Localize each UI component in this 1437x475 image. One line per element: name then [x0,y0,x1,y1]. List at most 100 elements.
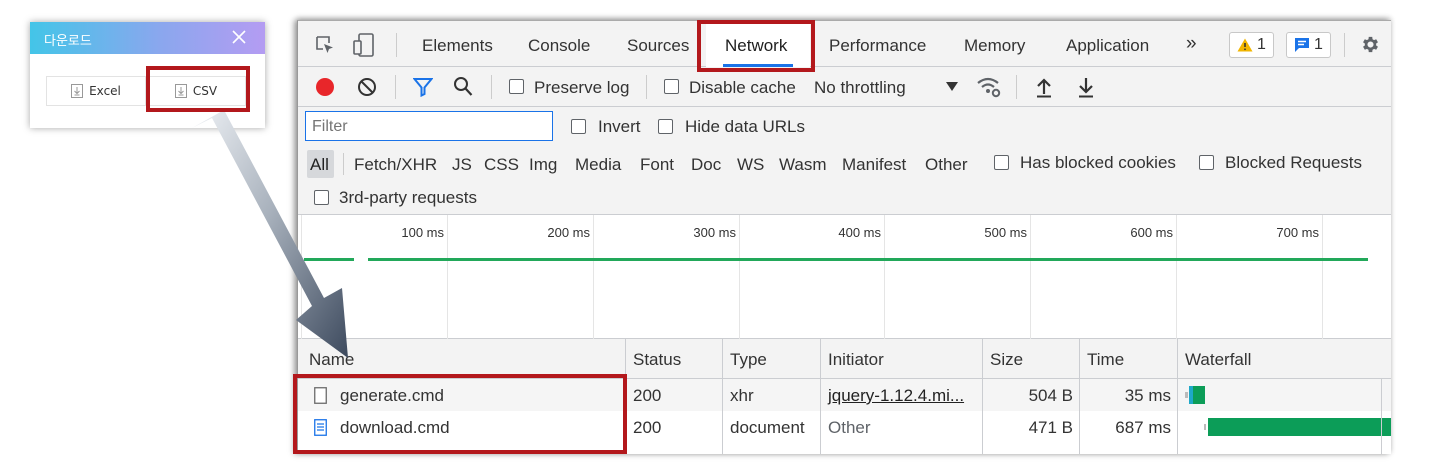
overview-bar-download [368,258,1368,261]
column-divider[interactable] [982,339,983,454]
column-divider[interactable] [1079,339,1080,454]
tab-console[interactable]: Console [528,36,590,56]
hide-data-urls-checkbox[interactable] [658,119,673,134]
overview-tick-label: 100 ms [401,225,444,240]
invert-checkbox[interactable] [571,119,586,134]
blocked-requests-label: Blocked Requests [1225,153,1363,172]
message-icon [1295,38,1309,52]
overview-gridline [1030,215,1031,339]
waterfall-wait [1185,392,1188,398]
messages-badge[interactable]: 1 [1286,32,1331,58]
has-blocked-cookies-checkbox[interactable] [994,155,1009,170]
column-divider[interactable] [722,339,723,454]
request-status: 200 [633,386,662,405]
separator [1016,75,1017,99]
overview-gridline [1322,215,1323,339]
filter-type-all[interactable]: All [307,150,334,178]
excel-download-button[interactable]: Excel [46,76,146,106]
request-table-header: Name Status Type Initiator Size Time Wat… [298,339,1391,379]
waterfall-bar [1208,418,1391,436]
overview-gridline [593,215,594,339]
preserve-log-checkbox[interactable] [509,79,524,94]
hide-data-urls-label: Hide data URLs [685,117,806,136]
highlight-csv [146,66,250,112]
overview-gridline [739,215,740,339]
messages-count: 1 [1314,36,1323,53]
column-size[interactable]: Size [990,350,1023,370]
column-status[interactable]: Status [633,350,681,370]
record-icon[interactable] [315,77,335,97]
overview-tick-label: 300 ms [693,225,736,240]
dialog-title: 다운로드 [44,34,92,49]
filter-type-img[interactable]: Img [529,155,557,175]
tab-memory[interactable]: Memory [964,36,1025,56]
column-divider [1381,379,1382,454]
blocked-requests-checkbox[interactable] [1199,155,1214,170]
overview-tick-label: 500 ms [984,225,1027,240]
device-toolbar-icon[interactable] [353,33,375,57]
column-divider[interactable] [820,339,821,454]
highlight-network-tab [697,20,815,72]
tab-application[interactable]: Application [1066,36,1149,56]
column-type[interactable]: Type [730,350,767,370]
request-type: xhr [730,386,754,405]
filter-type-js[interactable]: JS [452,155,472,175]
column-time[interactable]: Time [1087,350,1124,370]
request-initiator-link[interactable]: jquery-1.12.4.mi... [828,386,964,406]
separator [395,75,396,99]
throttling-select[interactable]: No throttling [814,78,906,98]
separator [396,33,397,57]
tab-performance[interactable]: Performance [829,36,926,56]
more-tabs-button[interactable]: » [1186,33,1197,55]
third-party-checkbox[interactable] [314,190,329,205]
excel-label: Excel [89,84,121,98]
column-initiator[interactable]: Initiator [828,350,884,370]
warnings-count: 1 [1257,36,1266,53]
request-type: document [730,418,805,437]
column-waterfall[interactable]: Waterfall [1185,350,1251,370]
column-divider[interactable] [1177,339,1178,454]
disable-cache-label: Disable cache [689,78,796,97]
filter-type-ws[interactable]: WS [737,155,764,175]
dropdown-arrow-icon[interactable] [946,82,958,92]
third-party-label: 3rd-party requests [339,188,477,207]
overview-gridline [447,215,448,339]
settings-gear-icon[interactable] [1360,34,1381,55]
clear-icon[interactable] [357,77,377,97]
overview-gridline [301,215,302,339]
filter-funnel-icon[interactable] [413,77,433,97]
preserve-log-label: Preserve log [534,78,630,97]
network-overview[interactable]: 100 ms 200 ms 300 ms 400 ms 500 ms 600 m… [298,215,1391,339]
invert-label: Invert [598,117,641,136]
close-icon[interactable] [231,28,247,46]
filter-bar: Filter Invert Hide data URLs All Fetch/X… [298,107,1391,215]
filter-type-other[interactable]: Other [925,155,968,175]
disable-cache-checkbox[interactable] [664,79,679,94]
request-size: 504 B [1028,386,1073,405]
network-toolbar: Preserve log Disable cache No throttling [298,67,1391,107]
filter-type-fetch-xhr[interactable]: Fetch/XHR [354,155,437,175]
tab-sources[interactable]: Sources [627,36,689,56]
network-conditions-icon[interactable] [976,75,1002,99]
filter-type-media[interactable]: Media [575,155,621,175]
download-file-icon [71,84,84,98]
import-har-icon[interactable] [1035,76,1053,98]
filter-type-manifest[interactable]: Manifest [842,155,906,175]
filter-input[interactable]: Filter [305,111,553,141]
filter-type-css[interactable]: CSS [484,155,519,175]
separator [1344,33,1345,57]
export-har-icon[interactable] [1077,76,1095,98]
inspect-element-icon[interactable] [315,35,335,55]
tab-elements[interactable]: Elements [422,36,493,56]
filter-type-wasm[interactable]: Wasm [779,155,827,175]
has-blocked-cookies-label: Has blocked cookies [1020,153,1176,172]
overview-gridline [884,215,885,339]
overview-tick-label: 400 ms [838,225,881,240]
filter-type-font[interactable]: Font [640,155,674,175]
overview-tick-label: 200 ms [547,225,590,240]
request-time: 687 ms [1115,418,1171,437]
filter-type-doc[interactable]: Doc [691,155,721,175]
search-icon[interactable] [453,76,473,98]
warnings-badge[interactable]: 1 [1229,32,1274,58]
column-name[interactable]: Name [309,350,354,370]
